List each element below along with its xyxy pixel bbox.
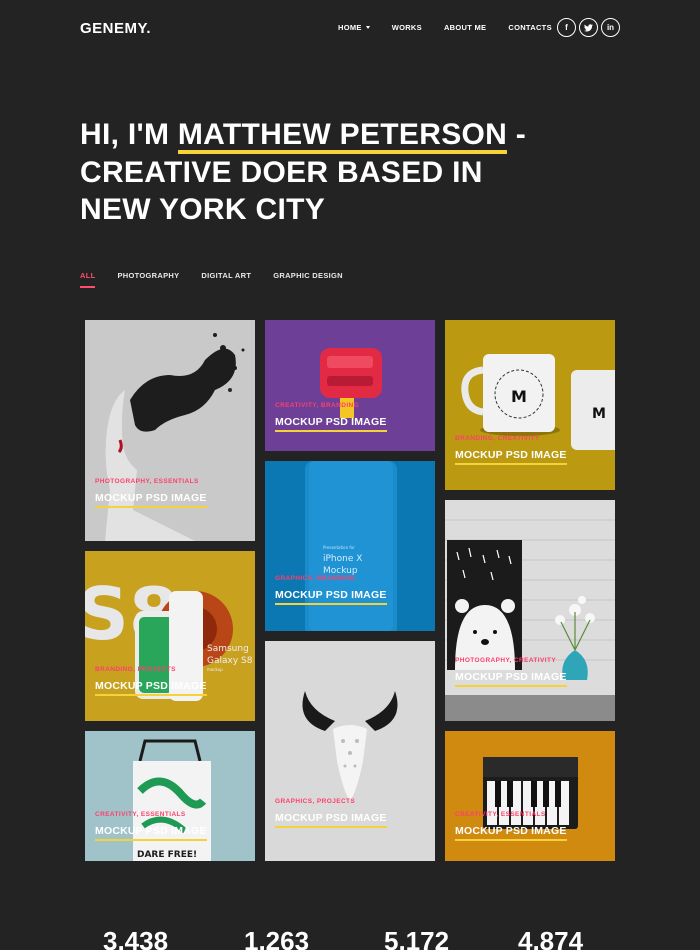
- card-category: PHOTOGRAPHY, CREATIVITY: [455, 657, 557, 664]
- portfolio-card[interactable]: CREATIVITY, ESSENTIALS MOCKUP PSD IMAGE: [445, 731, 615, 861]
- portfolio-image: Presentation for iPhone X Mockup: [265, 461, 435, 631]
- filter-all[interactable]: ALL: [80, 271, 96, 288]
- card-caption: CREATIVITY, BRANDING MOCKUP PSD IMAGE: [275, 402, 387, 432]
- card-title[interactable]: MOCKUP PSD IMAGE: [275, 589, 387, 605]
- card-category: BRANDING, CREATIVITY: [455, 435, 540, 442]
- stat-number: 5,172: [384, 926, 450, 950]
- card-caption: CREATIVITY, ESSENTIALS MOCKUP PSD IMAGE: [95, 811, 207, 841]
- card-category: CREATIVITY, BRANDING: [275, 402, 360, 409]
- portfolio-card[interactable]: S8 Samsung Galaxy S8 mockup BRANDING, PR…: [85, 551, 255, 721]
- nav-about[interactable]: ABOUT ME: [444, 23, 486, 32]
- twitter-icon[interactable]: [579, 18, 598, 37]
- hero-line-3: NEW YORK CITY: [80, 193, 326, 226]
- card-category: PHOTOGRAPHY, ESSENTIALS: [95, 478, 199, 485]
- card-title[interactable]: MOCKUP PSD IMAGE: [275, 416, 387, 432]
- chevron-down-icon: [365, 26, 370, 29]
- facebook-icon[interactable]: f: [557, 18, 576, 37]
- card-title[interactable]: MOCKUP PSD IMAGE: [455, 825, 567, 841]
- card-category: GRAPHICS, PROJECTS: [275, 798, 356, 805]
- filter-graphic-design[interactable]: GRAPHIC DESIGN: [273, 271, 343, 288]
- filter-digital-art[interactable]: DIGITAL ART: [201, 271, 251, 288]
- card-title[interactable]: MOCKUP PSD IMAGE: [95, 492, 207, 508]
- portfolio-card[interactable]: DARE FREE! CREATIVITY, ESSENTIALS MOCKUP…: [85, 731, 255, 861]
- card-caption: GRAPHICS, PROJECTS MOCKUP PSD IMAGE: [275, 798, 387, 828]
- card-category: GRAPHICS, BRANDING: [275, 575, 356, 582]
- svg-text:iPhone X: iPhone X: [323, 554, 362, 564]
- stat-number: 1,263: [244, 926, 310, 950]
- portfolio-filters: ALL PHOTOGRAPHY DIGITAL ART GRAPHIC DESI…: [80, 271, 365, 288]
- portfolio-card[interactable]: PHOTOGRAPHY, CREATIVITY MOCKUP PSD IMAGE: [445, 500, 615, 721]
- filter-photography[interactable]: PHOTOGRAPHY: [117, 271, 179, 288]
- card-caption: PHOTOGRAPHY, CREATIVITY MOCKUP PSD IMAGE: [455, 657, 567, 687]
- mug-logo: M: [511, 387, 527, 406]
- card-caption: BRANDING, CREATIVITY MOCKUP PSD IMAGE: [455, 435, 567, 465]
- svg-text:Galaxy S8: Galaxy S8: [207, 656, 253, 666]
- portfolio-card[interactable]: GRAPHICS, PROJECTS MOCKUP PSD IMAGE: [265, 641, 435, 861]
- stat-number: 4,874: [518, 926, 584, 950]
- stats-row: 3,438 1,263 5,172 4,874: [0, 926, 700, 950]
- portfolio-image: [265, 641, 435, 861]
- card-title[interactable]: MOCKUP PSD IMAGE: [95, 680, 207, 696]
- portfolio-card[interactable]: PHOTOGRAPHY, ESSENTIALS MOCKUP PSD IMAGE: [85, 320, 255, 541]
- nav-home[interactable]: HOME: [338, 23, 370, 32]
- logo[interactable]: GENEMY.: [80, 20, 151, 37]
- stat-number: 3,438: [103, 926, 169, 950]
- portfolio-image: [445, 731, 615, 861]
- portfolio-card[interactable]: Presentation for iPhone X Mockup GRAPHIC…: [265, 461, 435, 631]
- hero-prefix: HI, I'M: [80, 118, 178, 151]
- card-title[interactable]: MOCKUP PSD IMAGE: [455, 671, 567, 687]
- svg-text:DARE FREE!: DARE FREE!: [137, 850, 197, 860]
- social-links: f in: [557, 18, 620, 37]
- card-category: BRANDING, PROJECTS: [95, 666, 176, 673]
- card-caption: GRAPHICS, BRANDING MOCKUP PSD IMAGE: [275, 575, 387, 605]
- card-caption: CREATIVITY, ESSENTIALS MOCKUP PSD IMAGE: [455, 811, 567, 841]
- card-title[interactable]: MOCKUP PSD IMAGE: [95, 825, 207, 841]
- portfolio-image: [445, 500, 615, 721]
- nav-home-label: HOME: [338, 23, 362, 32]
- svg-text:Samsung: Samsung: [207, 644, 249, 654]
- svg-text:Presentation for: Presentation for: [323, 545, 355, 550]
- linkedin-icon[interactable]: in: [601, 18, 620, 37]
- site-header: GENEMY. HOME WORKS ABOUT ME CONTACTS f i…: [0, 0, 700, 58]
- card-caption: BRANDING, PROJECTS MOCKUP PSD IMAGE: [95, 666, 207, 696]
- hero-line-2: CREATIVE DOER BASED IN: [80, 156, 483, 189]
- card-title[interactable]: MOCKUP PSD IMAGE: [275, 812, 387, 828]
- card-category: CREATIVITY, ESSENTIALS: [95, 811, 186, 818]
- card-title[interactable]: MOCKUP PSD IMAGE: [455, 449, 567, 465]
- svg-text:mockup: mockup: [207, 667, 223, 672]
- hero-name: MATTHEW PETERSON: [177, 120, 508, 154]
- portfolio-image: DARE FREE!: [85, 731, 255, 861]
- portfolio-card[interactable]: M M BRANDING, CREATIVITY MOCKUP PSD IMAG…: [445, 320, 615, 490]
- main-nav: HOME WORKS ABOUT ME CONTACTS: [338, 23, 574, 32]
- hero-suffix: -: [507, 118, 527, 151]
- nav-contacts[interactable]: CONTACTS: [508, 23, 552, 32]
- hero-heading: HI, I'M MATTHEW PETERSON - CREATIVE DOER…: [80, 116, 600, 228]
- svg-text:M: M: [592, 406, 606, 422]
- card-category: CREATIVITY, ESSENTIALS: [455, 811, 546, 818]
- hero-line-1: HI, I'M MATTHEW PETERSON -: [80, 116, 600, 154]
- nav-works[interactable]: WORKS: [392, 23, 422, 32]
- card-caption: PHOTOGRAPHY, ESSENTIALS MOCKUP PSD IMAGE: [95, 478, 207, 508]
- portfolio-card[interactable]: CREATIVITY, BRANDING MOCKUP PSD IMAGE: [265, 320, 435, 451]
